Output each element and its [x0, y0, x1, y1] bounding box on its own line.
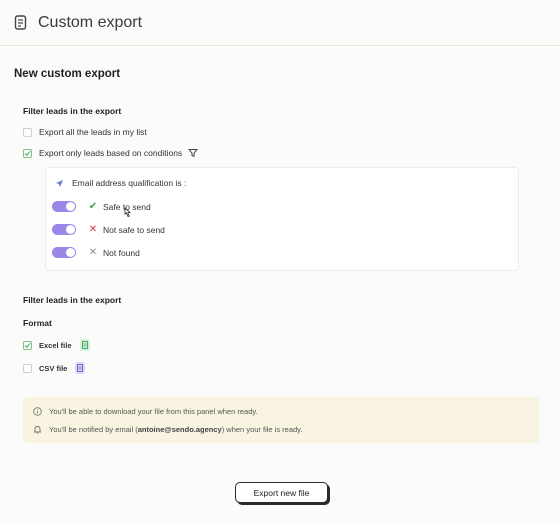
format-label: CSV file: [39, 363, 68, 373]
option-export-conditions[interactable]: Export only leads based on conditions: [23, 148, 199, 158]
condition-label: Not found: [103, 247, 140, 258]
info-email: antoine@sendo.agency: [137, 425, 222, 434]
filter-funnel-icon[interactable]: [188, 148, 199, 158]
condition-item-not-safe: ✕ Not safe to send: [52, 224, 165, 235]
checkbox-export-conditions[interactable]: [23, 148, 32, 158]
excel-file-icon: [79, 339, 90, 351]
conditions-panel: Email address qualification is : ✔ Safe …: [45, 167, 519, 271]
section-title: New custom export: [14, 68, 121, 80]
info-download: You'll be able to download your file fro…: [33, 407, 258, 416]
page-title: Custom export: [38, 13, 143, 31]
conditions-heading: Email address qualification is :: [55, 178, 186, 188]
bell-icon: [33, 425, 42, 434]
format-option-excel[interactable]: Excel file: [23, 339, 90, 351]
x-icon: ✕: [88, 247, 98, 258]
option-label: Export all the leads in my list: [39, 127, 147, 137]
toggle-not-found[interactable]: [52, 247, 76, 258]
conditions-heading-label: Email address qualification is :: [72, 178, 187, 188]
toggle-not-safe-to-send[interactable]: [52, 224, 76, 235]
condition-item-safe: ✔ Safe to send: [52, 201, 151, 212]
info-circle-icon: [33, 407, 42, 416]
document-icon: [14, 14, 28, 31]
info-box: You'll be able to download your file fro…: [23, 397, 539, 443]
option-label: Export only leads based on conditions: [39, 148, 183, 158]
checkbox-export-all[interactable]: [23, 127, 32, 137]
filter-heading-2: Filter leads in the export: [23, 295, 122, 305]
info-notify: You'll be notified by email ( antoine@se…: [33, 425, 302, 434]
checkbox-csv[interactable]: [23, 363, 32, 373]
format-option-csv[interactable]: CSV file: [23, 362, 86, 374]
csv-file-icon: [75, 362, 86, 374]
format-heading: Format: [23, 318, 52, 328]
check-icon: ✔: [88, 201, 98, 212]
page-header: Custom export: [0, 0, 560, 46]
condition-item-not-found: ✕ Not found: [52, 247, 140, 258]
condition-label: Not safe to send: [103, 224, 165, 235]
pointer-cursor-icon: [123, 207, 132, 218]
send-arrow-icon: [55, 179, 64, 188]
option-export-all[interactable]: Export all the leads in my list: [23, 127, 147, 137]
x-icon: ✕: [88, 224, 98, 235]
toggle-safe-to-send[interactable]: [52, 201, 76, 212]
info-notify-prefix: You'll be notified by email (: [49, 425, 138, 434]
export-new-file-button[interactable]: Export new file: [235, 482, 328, 503]
format-label: Excel file: [39, 340, 72, 350]
info-notify-suffix: ) when your file is ready.: [221, 425, 303, 434]
info-download-text: You'll be able to download your file fro…: [49, 407, 258, 416]
filter-heading: Filter leads in the export: [23, 106, 122, 116]
checkbox-excel[interactable]: [23, 340, 32, 350]
